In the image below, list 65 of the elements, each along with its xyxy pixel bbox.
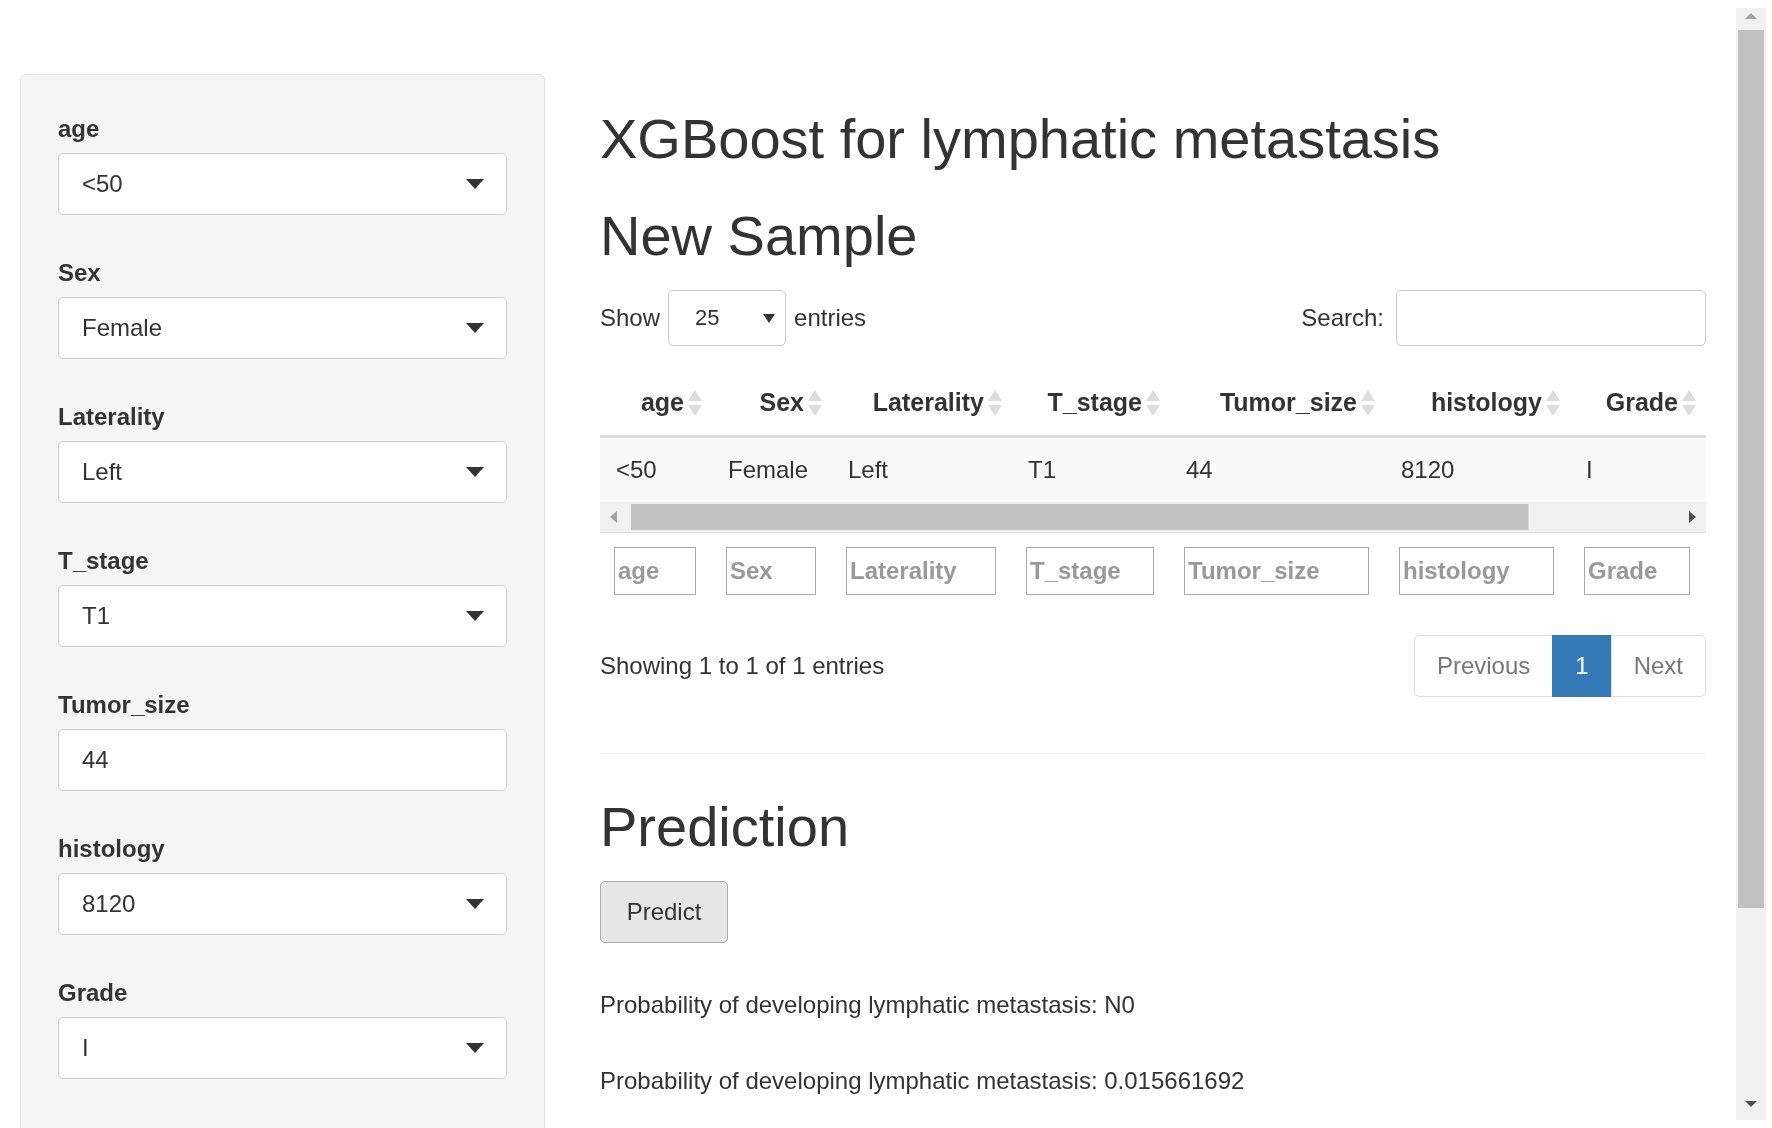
- column-filter-field[interactable]: Grade: [1584, 547, 1690, 595]
- column-filter-field[interactable]: T_stage: [1026, 547, 1154, 595]
- pagination-button[interactable]: 1: [1552, 635, 1612, 697]
- select-field[interactable]: 8120: [58, 873, 507, 935]
- column-header[interactable]: Laterality: [872, 388, 984, 417]
- select-field[interactable]: <50: [58, 153, 507, 215]
- sort-icon: [1146, 389, 1160, 416]
- column-filter-field[interactable]: Tumor_size: [1184, 547, 1369, 595]
- column-header[interactable]: Sex: [759, 388, 804, 417]
- table-info: Showing 1 to 1 of 1 entries: [600, 652, 885, 680]
- field-label: T_stage: [58, 547, 150, 575]
- column-header[interactable]: age: [640, 388, 684, 417]
- table-cell: T1: [1012, 438, 1170, 502]
- pagination-button[interactable]: Next: [1610, 635, 1706, 697]
- select-field[interactable]: T1: [58, 585, 507, 647]
- select-field[interactable]: Left: [58, 441, 507, 503]
- page-length-select[interactable]: 25: [668, 290, 787, 346]
- input-field[interactable]: 44: [58, 729, 507, 791]
- caret-icon: [466, 467, 484, 477]
- sort-icon: [1361, 389, 1375, 416]
- search-field[interactable]: [1396, 290, 1706, 346]
- sort-icon: [988, 389, 1002, 416]
- caret-icon: [466, 323, 484, 333]
- predict-button[interactable]: Predict: [600, 881, 728, 943]
- column-filter-field[interactable]: age: [614, 547, 696, 595]
- caret-icon: [466, 899, 484, 909]
- select-field[interactable]: Female: [58, 297, 507, 359]
- column-header[interactable]: T_stage: [1047, 388, 1142, 417]
- caret-icon: [763, 313, 776, 323]
- sort-icon: [1682, 389, 1696, 416]
- table-cell: Female: [712, 438, 832, 502]
- field-label: Laterality: [58, 403, 166, 431]
- caret-icon: [466, 179, 484, 189]
- column-header[interactable]: Grade: [1605, 388, 1678, 417]
- horizontal-scrollbar[interactable]: [600, 502, 1706, 532]
- sort-icon: [1546, 389, 1560, 416]
- prediction-text: Probability of developing lymphatic metastasis: 0.015661692: [600, 1067, 1246, 1095]
- table-cell: 8120: [1385, 438, 1570, 502]
- field-label: Grade: [58, 979, 129, 1007]
- caret-icon: [466, 611, 484, 621]
- page-title: XGBoost for lymphatic metastasis: [600, 106, 1442, 171]
- prediction-text: Probability of developing lymphatic metastasis: N0: [600, 991, 1136, 1019]
- table-cell: 44: [1170, 438, 1385, 502]
- field-label: Sex: [58, 259, 102, 287]
- column-header[interactable]: Tumor_size: [1219, 388, 1357, 417]
- select-field[interactable]: I: [58, 1017, 507, 1079]
- section-heading: New Sample: [600, 203, 919, 268]
- entries-label: entries: [794, 304, 867, 332]
- field-label: Tumor_size: [58, 691, 191, 719]
- column-filter-field[interactable]: Laterality: [846, 547, 996, 595]
- column-header[interactable]: histology: [1430, 388, 1542, 417]
- table-cell: I: [1570, 438, 1706, 502]
- column-filter-field[interactable]: Sex: [726, 547, 816, 595]
- show-label: Show: [600, 304, 661, 332]
- table-cell: <50: [600, 438, 712, 502]
- sort-icon: [808, 389, 822, 416]
- pagination-button[interactable]: Previous: [1413, 635, 1554, 697]
- search-label: Search:: [1301, 304, 1384, 332]
- table-cell: Left: [832, 438, 1012, 502]
- field-label: histology: [58, 835, 166, 863]
- column-filter-field[interactable]: histology: [1399, 547, 1554, 595]
- caret-icon: [466, 1043, 484, 1053]
- field-label: age: [58, 115, 101, 143]
- section-heading: Prediction: [600, 794, 851, 859]
- sort-icon: [688, 389, 702, 416]
